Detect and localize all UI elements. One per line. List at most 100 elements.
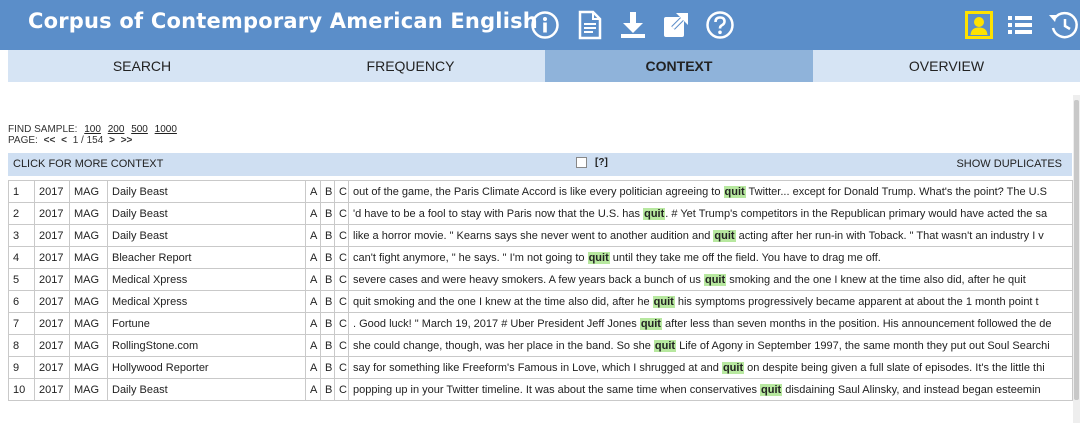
row-context[interactable]: say for something like Freeform's Famous… bbox=[348, 356, 1073, 379]
last-page-button[interactable]: >> bbox=[121, 135, 133, 146]
info-icon[interactable] bbox=[528, 8, 562, 42]
sample-200-link[interactable]: 200 bbox=[108, 124, 125, 135]
help-link[interactable]: [?] bbox=[595, 157, 608, 168]
row-context[interactable]: out of the game, the Paris Climate Accor… bbox=[348, 180, 1073, 203]
table-row[interactable]: 8 2017 MAG RollingStone.com A B Cshe could cha… bbox=[8, 334, 1073, 357]
row-c-link[interactable]: C bbox=[334, 246, 349, 269]
table-row[interactable]: 6 2017 MAG Medical Xpress A B Cquit smoking an… bbox=[8, 290, 1073, 313]
table-row[interactable]: 9 2017 MAG Hollywood Reporter A B Csay for som… bbox=[8, 356, 1073, 379]
row-b-link[interactable]: B bbox=[320, 334, 335, 357]
sample-500-link[interactable]: 500 bbox=[131, 124, 148, 135]
help-icon[interactable] bbox=[703, 8, 737, 42]
row-source-link[interactable]: Hollywood Reporter bbox=[107, 356, 306, 379]
keyword-match[interactable]: quit bbox=[713, 229, 736, 242]
row-context[interactable]: like a horror movie. " Kearns says she n… bbox=[348, 224, 1073, 247]
row-a-link[interactable]: A bbox=[305, 180, 321, 203]
row-b-link[interactable]: B bbox=[320, 246, 335, 269]
nav-tabs: SEARCH FREQUENCY CONTEXT OVERVIEW bbox=[8, 50, 1080, 82]
row-context[interactable]: . Good luck! " March 19, 2017 # Uber Pre… bbox=[348, 312, 1073, 335]
tab-context[interactable]: CONTEXT bbox=[545, 50, 813, 82]
row-c-link[interactable]: C bbox=[334, 356, 349, 379]
row-b-link[interactable]: B bbox=[320, 356, 335, 379]
first-page-button[interactable]: << bbox=[44, 135, 56, 146]
row-a-link[interactable]: A bbox=[305, 268, 321, 291]
keyword-match[interactable]: quit bbox=[639, 317, 662, 330]
row-a-link[interactable]: A bbox=[305, 356, 321, 379]
row-a-link[interactable]: A bbox=[305, 202, 321, 225]
row-source-link[interactable]: Medical Xpress bbox=[107, 268, 306, 291]
external-link-icon[interactable] bbox=[659, 8, 693, 42]
document-icon[interactable] bbox=[573, 8, 607, 42]
row-b-link[interactable]: B bbox=[320, 180, 335, 203]
row-source-link[interactable]: Daily Beast bbox=[107, 378, 306, 401]
download-icon[interactable] bbox=[616, 8, 650, 42]
tab-frequency[interactable]: FREQUENCY bbox=[276, 50, 545, 82]
table-row[interactable]: 10 2017 MAG Daily Beast A B Cpopping up in you… bbox=[8, 378, 1073, 401]
row-source-link[interactable]: Bleacher Report bbox=[107, 246, 306, 269]
tab-search[interactable]: SEARCH bbox=[8, 50, 276, 82]
row-source-link[interactable]: RollingStone.com bbox=[107, 334, 306, 357]
row-source-link[interactable]: Medical Xpress bbox=[107, 290, 306, 313]
keyword-match[interactable]: quit bbox=[721, 361, 745, 374]
keyword-match[interactable]: quit bbox=[587, 251, 610, 264]
keyword-match[interactable]: quit bbox=[760, 383, 783, 396]
table-row[interactable]: 1 2017 MAG Daily Beast A B Cout of the game, t… bbox=[8, 180, 1073, 203]
history-icon[interactable] bbox=[1046, 8, 1080, 42]
table-row[interactable]: 4 2017 MAG Bleacher Report A B Ccan't fight an… bbox=[8, 246, 1073, 269]
show-duplicates-button[interactable]: SHOW DUPLICATES bbox=[956, 158, 1062, 170]
row-c-link[interactable]: C bbox=[334, 268, 349, 291]
row-source-link[interactable]: Daily Beast bbox=[107, 202, 306, 225]
row-b-link[interactable]: B bbox=[320, 312, 335, 335]
keyword-match[interactable]: quit bbox=[653, 339, 677, 352]
list-icon[interactable] bbox=[1003, 8, 1037, 42]
row-source-link[interactable]: Daily Beast bbox=[107, 224, 306, 247]
table-row[interactable]: 7 2017 MAG Fortune A B C . Good luck! " March 1… bbox=[8, 312, 1073, 335]
row-a-link[interactable]: A bbox=[305, 312, 321, 335]
prev-page-button[interactable]: < bbox=[61, 135, 67, 146]
sample-1000-link[interactable]: 1000 bbox=[155, 124, 177, 135]
row-c-link[interactable]: C bbox=[334, 378, 349, 401]
row-a-link[interactable]: A bbox=[305, 246, 321, 269]
select-all-checkbox[interactable] bbox=[576, 157, 587, 168]
row-b-link[interactable]: B bbox=[320, 202, 335, 225]
sample-controls: FIND SAMPLE: 100 200 500 1000 PAGE: << <… bbox=[8, 124, 177, 146]
row-context[interactable]: she could change, though, was her place … bbox=[348, 334, 1073, 357]
row-a-link[interactable]: A bbox=[305, 290, 321, 313]
row-a-link[interactable]: A bbox=[305, 378, 321, 401]
sample-100-link[interactable]: 100 bbox=[84, 124, 101, 135]
row-a-link[interactable]: A bbox=[305, 334, 321, 357]
table-row[interactable]: 3 2017 MAG Daily Beast A B Clike a horror movi… bbox=[8, 224, 1073, 247]
row-source-link[interactable]: Fortune bbox=[107, 312, 306, 335]
row-b-link[interactable]: B bbox=[320, 290, 335, 313]
keyword-match[interactable]: quit bbox=[703, 273, 727, 286]
row-year: 2017 bbox=[34, 224, 70, 247]
row-context[interactable]: can't fight anymore, " he says. " I'm no… bbox=[348, 246, 1073, 269]
table-row[interactable]: 2 2017 MAG Daily Beast A B C 'd have to be a fo… bbox=[8, 202, 1073, 225]
next-page-button[interactable]: > bbox=[109, 135, 115, 146]
row-b-link[interactable]: B bbox=[320, 268, 335, 291]
row-c-link[interactable]: C bbox=[334, 290, 349, 313]
row-source-link[interactable]: Daily Beast bbox=[107, 180, 306, 203]
row-context[interactable]: popping up in your Twitter timeline. It … bbox=[348, 378, 1073, 401]
row-c-link[interactable]: C bbox=[334, 180, 349, 203]
row-context[interactable]: 'd have to be a fool to stay with Paris … bbox=[348, 202, 1073, 225]
app-title[interactable]: Corpus of Contemporary American English bbox=[28, 9, 538, 33]
user-icon[interactable] bbox=[962, 8, 996, 42]
keyword-match[interactable]: quit bbox=[643, 207, 666, 220]
context-toolbar: CLICK FOR MORE CONTEXT [?] SHOW DUPLICAT… bbox=[8, 153, 1072, 176]
keyword-match[interactable]: quit bbox=[652, 295, 675, 308]
more-context-button[interactable]: CLICK FOR MORE CONTEXT bbox=[13, 158, 163, 170]
row-b-link[interactable]: B bbox=[320, 378, 335, 401]
scrollbar-thumb[interactable] bbox=[1074, 100, 1079, 400]
row-a-link[interactable]: A bbox=[305, 224, 321, 247]
row-context[interactable]: severe cases and were heavy smokers. A f… bbox=[348, 268, 1073, 291]
row-c-link[interactable]: C bbox=[334, 224, 349, 247]
row-c-link[interactable]: C bbox=[334, 334, 349, 357]
tab-overview[interactable]: OVERVIEW bbox=[813, 50, 1080, 82]
table-row[interactable]: 5 2017 MAG Medical Xpress A B Csevere cases an… bbox=[8, 268, 1073, 291]
row-b-link[interactable]: B bbox=[320, 224, 335, 247]
row-context[interactable]: quit smoking and the one I knew at the t… bbox=[348, 290, 1073, 313]
row-c-link[interactable]: C bbox=[334, 202, 349, 225]
keyword-match[interactable]: quit bbox=[723, 185, 746, 198]
row-c-link[interactable]: C bbox=[334, 312, 349, 335]
